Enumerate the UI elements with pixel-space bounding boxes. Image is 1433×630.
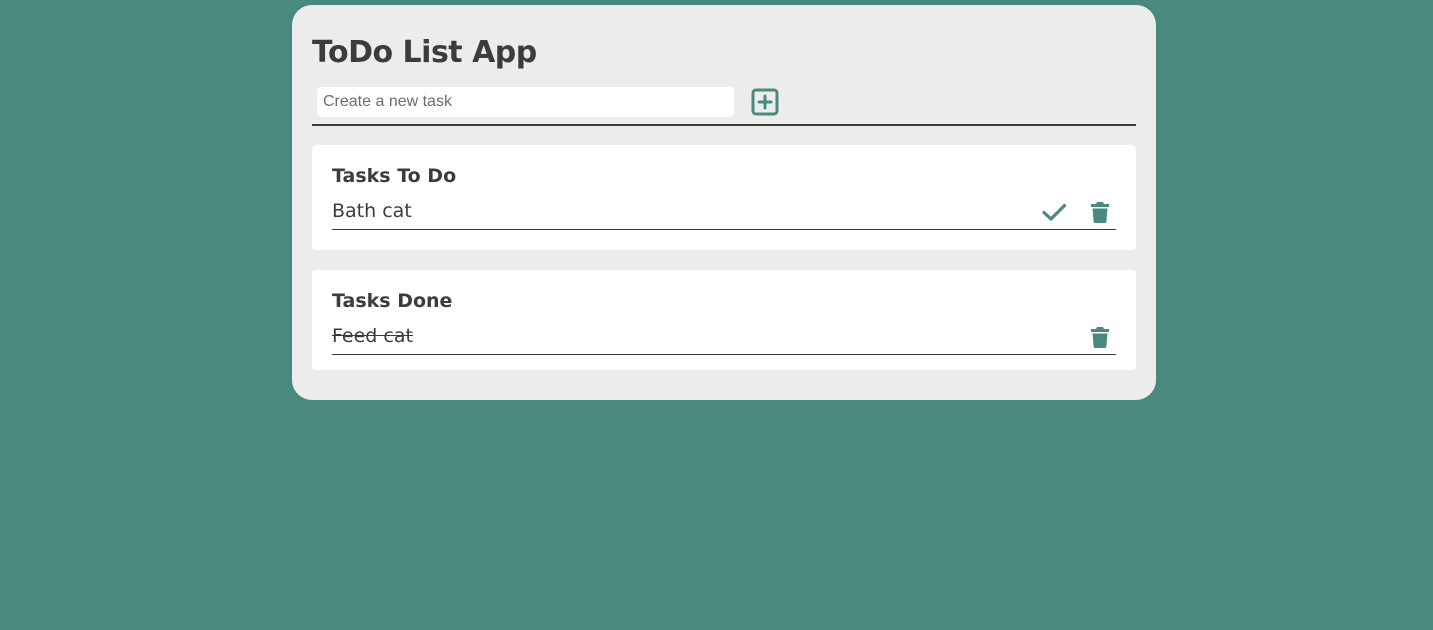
- done-task-item: Feed cat: [332, 322, 1116, 355]
- delete-done-task-button[interactable]: [1088, 325, 1112, 349]
- tasks-done-card: Tasks Done Feed cat: [312, 270, 1136, 370]
- todo-app-panel: ToDo List App Tasks To Do Bath cat: [292, 5, 1156, 400]
- tasks-todo-title: Tasks To Do: [332, 165, 457, 187]
- new-task-form: [312, 85, 1136, 126]
- add-task-button[interactable]: [751, 88, 779, 116]
- todo-task-text: Bath cat: [332, 200, 412, 222]
- todo-task-item: Bath cat: [332, 197, 1116, 230]
- new-task-input[interactable]: [317, 87, 734, 117]
- done-task-text: Feed cat: [332, 325, 413, 347]
- trash-icon: [1088, 200, 1112, 224]
- trash-icon: [1088, 325, 1112, 349]
- complete-task-button[interactable]: [1042, 200, 1066, 224]
- tasks-done-title: Tasks Done: [332, 290, 453, 312]
- tasks-todo-card: Tasks To Do Bath cat: [312, 145, 1136, 250]
- app-title: ToDo List App: [312, 35, 537, 70]
- checkmark-icon: [1042, 200, 1066, 224]
- plus-square-icon: [751, 88, 779, 119]
- delete-todo-task-button[interactable]: [1088, 200, 1112, 224]
